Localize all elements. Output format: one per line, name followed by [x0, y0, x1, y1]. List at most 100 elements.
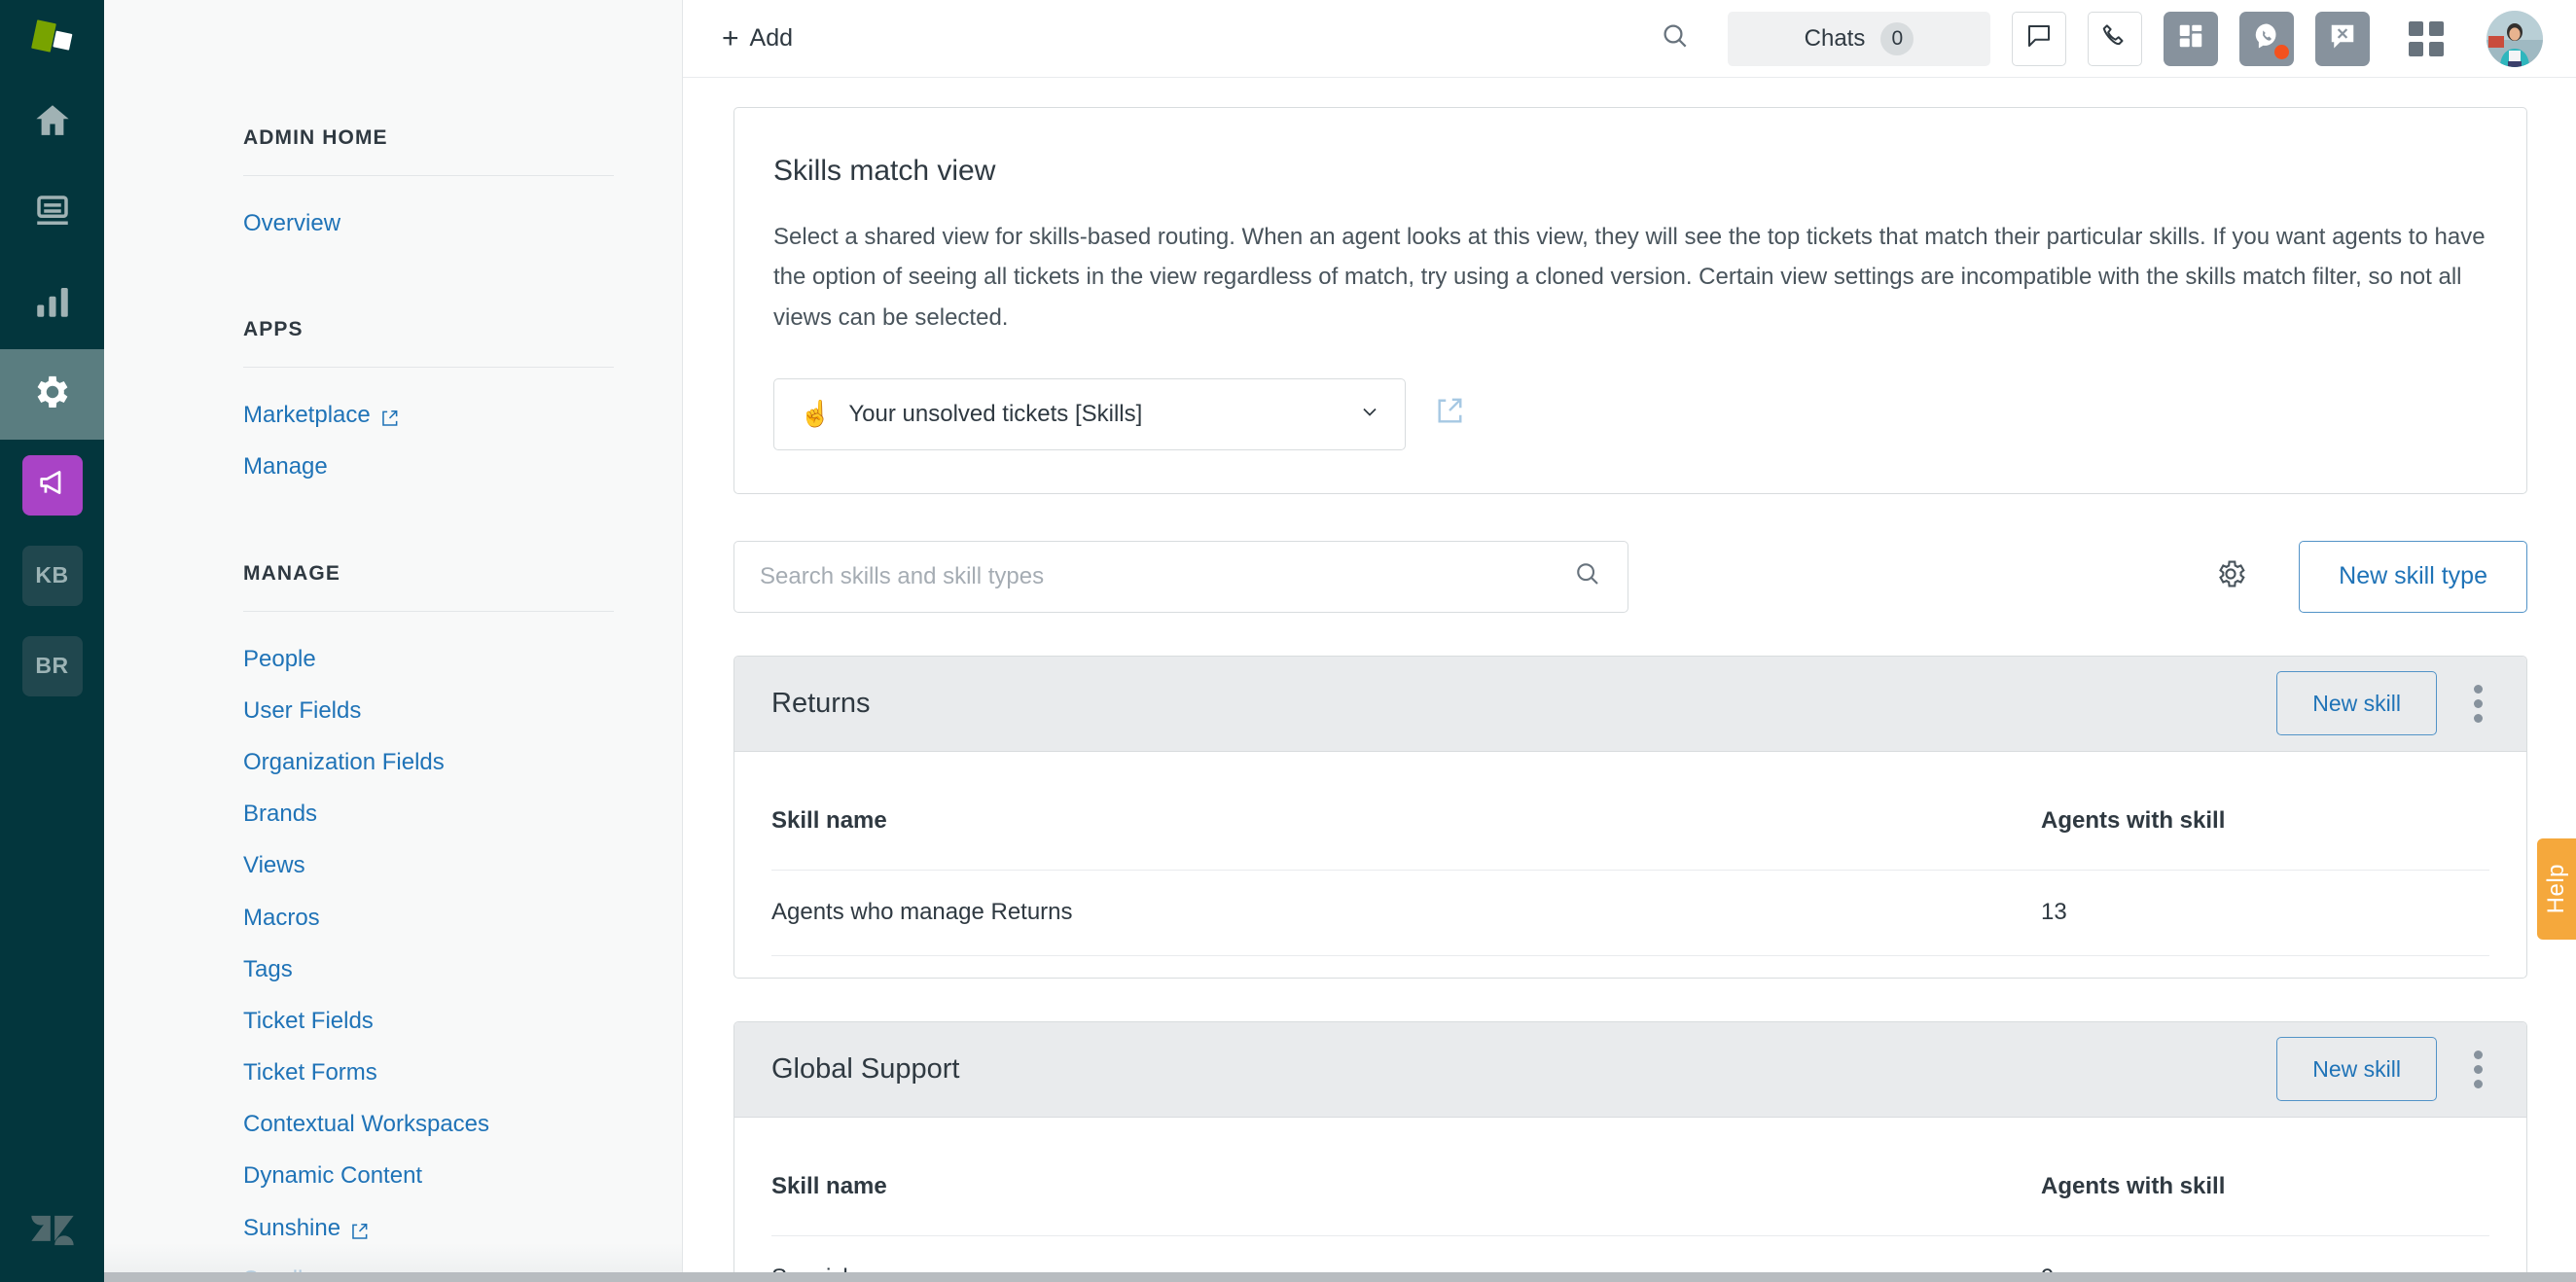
rail-item-home[interactable] [0, 78, 104, 168]
phone-button[interactable] [2088, 11, 2142, 66]
help-tab-button[interactable]: Help [2537, 838, 2576, 940]
chats-status-pill[interactable]: Chats 0 [1728, 11, 1990, 66]
apps-grid-icon [2409, 20, 2444, 56]
top-bar: + Add Chats 0 [683, 0, 2576, 78]
rail-item-views[interactable] [0, 168, 104, 259]
skills-settings-button[interactable] [2203, 550, 2258, 604]
open-view-link-button[interactable] [1435, 397, 1464, 431]
admin-sidebar: Admin home Overview Apps Marketplace [104, 0, 683, 1282]
sidebar-item-marketplace[interactable]: Marketplace [243, 389, 614, 441]
br-badge[interactable]: BR [21, 635, 83, 696]
skill-type-card-returns: Returns New skill Skill name Agents with… [733, 655, 2527, 979]
rail-footer [0, 1205, 104, 1261]
home-icon [32, 100, 73, 146]
skill-type-card-global-support: Global Support New skill Skill name Agen… [733, 1020, 2527, 1282]
selected-view-label: Your unsolved tickets [Skills] [848, 400, 1143, 427]
main-area: + Add Chats 0 Skills match view Select a… [683, 0, 2576, 1282]
search-input[interactable] [760, 562, 1573, 590]
search-skills-box[interactable] [733, 540, 1628, 613]
sidebar-item-views[interactable]: Views [243, 839, 614, 891]
sidebar-item-label: User Fields [243, 696, 362, 724]
search-icon [1660, 20, 1691, 56]
add-button[interactable]: + Add [712, 18, 803, 59]
sidebar-item-sunshine[interactable]: Sunshine [243, 1202, 614, 1254]
external-link-icon [1435, 397, 1464, 431]
sidebar-item-contextual-workspaces[interactable]: Contextual Workspaces [243, 1098, 614, 1150]
chats-count-badge: 0 [1880, 21, 1914, 55]
announcements-badge[interactable] [21, 454, 83, 516]
sidebar-item-label: Brands [243, 801, 318, 828]
column-header-agents-with-skill: Agents with skill [2041, 1173, 2226, 1200]
skills-match-view-description: Select a shared view for skills-based ro… [773, 224, 2486, 331]
new-skill-type-button[interactable]: New skill type [2299, 540, 2527, 613]
sidebar-group-apps: Marketplace Manage [243, 368, 614, 498]
skills-match-view-select-row: ☝️ Your unsolved tickets [Skills] [773, 377, 2487, 450]
apps-grid-button[interactable] [2399, 12, 2453, 66]
table-top-spacer [771, 1118, 2489, 1139]
skills-toolbar: New skill type [733, 540, 2527, 613]
sidebar-group-manage: People User Fields Organization Fields B… [243, 612, 614, 1282]
skills-match-view-select[interactable]: ☝️ Your unsolved tickets [Skills] [773, 377, 1406, 450]
sidebar-item-ticket-forms[interactable]: Ticket Forms [243, 1047, 614, 1098]
x-message-icon [2328, 21, 2357, 55]
more-vertical-icon[interactable] [2451, 676, 2505, 730]
table-header-row: Skill name Agents with skill [771, 773, 2489, 871]
app-root: KB BR Admin home Ove [0, 0, 2576, 1282]
rail-item-admin[interactable] [0, 349, 104, 440]
cell-skill-name: Agents who manage Returns [771, 899, 1073, 926]
new-skill-button[interactable]: New skill [2276, 671, 2437, 736]
product-rail: KB BR [0, 0, 104, 1282]
horizontal-scrollbar[interactable] [104, 1272, 2576, 1282]
comment-button[interactable] [2012, 11, 2066, 66]
sidebar-item-people[interactable]: People [243, 633, 614, 685]
rail-item-brand[interactable]: BR [0, 621, 104, 711]
column-header-skill-name: Skill name [771, 1173, 887, 1200]
skill-type-name: Global Support [771, 1052, 960, 1085]
user-avatar[interactable] [2487, 10, 2543, 67]
sidebar-item-manage[interactable]: Manage [243, 441, 614, 492]
phone-icon [2100, 21, 2129, 55]
content-area: Skills match view Select a shared view f… [683, 78, 2576, 1282]
rail-item-knowledge-base[interactable]: KB [0, 530, 104, 621]
kb-icon: KB [35, 562, 69, 588]
views-stack-icon [32, 191, 73, 236]
table-row[interactable]: Agents who manage Returns 13 [771, 871, 2489, 956]
sidebar-item-user-fields[interactable]: User Fields [243, 685, 614, 736]
layout-panels-button[interactable] [2164, 11, 2218, 66]
sidebar-item-label: Tags [243, 955, 293, 982]
chat-bubble-button[interactable] [2239, 11, 2294, 66]
external-link-icon [350, 1219, 369, 1239]
sidebar-item-macros[interactable]: Macros [243, 892, 614, 944]
x-message-button[interactable] [2315, 11, 2370, 66]
skill-type-name: Returns [771, 687, 871, 719]
sidebar-section-title-manage: Manage [243, 562, 614, 612]
sidebar-item-dynamic-content[interactable]: Dynamic Content [243, 1150, 614, 1201]
skill-table: Skill name Agents with skill Agents who … [734, 752, 2526, 978]
sidebar-item-label: Ticket Fields [243, 1007, 374, 1034]
sidebar-item-brands[interactable]: Brands [243, 788, 614, 839]
rail-item-reporting[interactable] [0, 259, 104, 349]
new-skill-button[interactable]: New skill [2276, 1037, 2437, 1102]
kb-badge[interactable]: KB [21, 545, 83, 606]
global-search-button[interactable] [1648, 12, 1702, 66]
zendesk-logo[interactable] [27, 1205, 78, 1261]
column-header-skill-name: Skill name [771, 807, 887, 835]
sidebar-item-label: Manage [243, 453, 328, 481]
sidebar-item-overview[interactable]: Overview [243, 197, 614, 249]
skill-table: Skill name Agents with skill Spanish 9 [734, 1118, 2526, 1282]
sidebar-section-title-apps: Apps [243, 318, 614, 369]
sidebar-item-label: Ticket Forms [243, 1059, 377, 1086]
sidebar-item-label: Organization Fields [243, 748, 445, 775]
zendesk-product-logo[interactable] [0, 0, 104, 78]
skills-match-view-card: Skills match view Select a shared view f… [733, 107, 2527, 494]
sidebar-section-title-admin-home: Admin home [243, 126, 614, 176]
sidebar-item-label: Macros [243, 904, 320, 931]
sidebar-item-organization-fields[interactable]: Organization Fields [243, 736, 614, 788]
sidebar-item-ticket-fields[interactable]: Ticket Fields [243, 995, 614, 1047]
sidebar-item-tags[interactable]: Tags [243, 944, 614, 995]
add-button-label: Add [749, 24, 794, 52]
rail-item-announcements[interactable] [0, 440, 104, 530]
notification-dot [2274, 44, 2289, 59]
chats-label: Chats [1804, 24, 1866, 52]
more-vertical-icon[interactable] [2451, 1042, 2505, 1096]
